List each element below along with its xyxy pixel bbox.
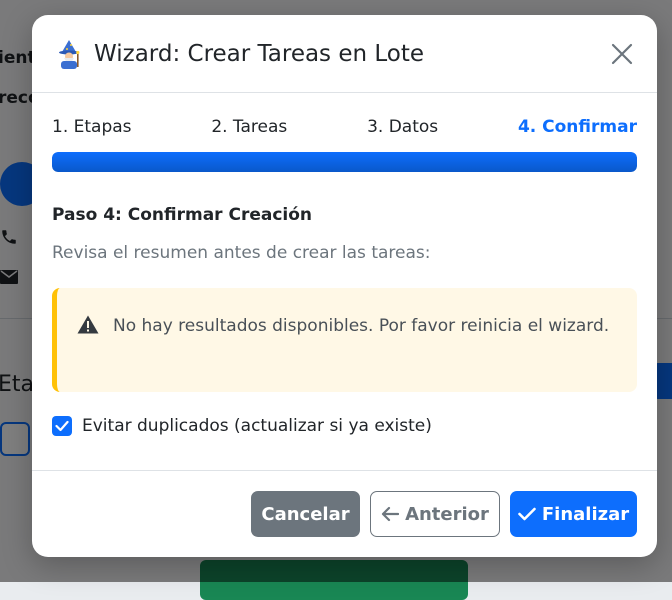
modal-footer: Cancelar Anterior Finalizar	[32, 470, 657, 557]
avoid-duplicates-option: Evitar duplicados (actualizar si ya exis…	[52, 416, 637, 436]
modal-title: Wizard: Crear Tareas en Lote	[94, 40, 425, 67]
avoid-duplicates-label[interactable]: Evitar duplicados (actualizar si ya exis…	[82, 416, 432, 436]
finish-button[interactable]: Finalizar	[510, 491, 637, 537]
finish-label: Finalizar	[541, 503, 630, 525]
wizard-step: 1. Etapas	[52, 117, 132, 137]
modal-body: 1. Etapas 2. Tareas 3. Datos 4. Confirma…	[32, 117, 657, 436]
warning-icon	[77, 313, 99, 334]
wizard-steps: 1. Etapas 2. Tareas 3. Datos 4. Confirma…	[52, 117, 637, 137]
check-icon	[518, 507, 536, 521]
wizard-step: 3. Datos	[367, 117, 439, 137]
close-icon	[611, 43, 633, 64]
wizard-icon	[56, 39, 82, 69]
wizard-step-active: 4. Confirmar	[517, 117, 637, 137]
previous-label: Anterior	[405, 503, 489, 525]
warning-alert: No hay resultados disponibles. Por favor…	[52, 288, 637, 392]
modal-header: Wizard: Crear Tareas en Lote	[32, 15, 657, 93]
previous-button[interactable]: Anterior	[370, 491, 500, 537]
wizard-modal: Wizard: Crear Tareas en Lote 1. Etapas 2…	[32, 15, 657, 557]
cancel-button[interactable]: Cancelar	[251, 491, 360, 537]
wizard-progress-bar	[52, 152, 637, 172]
step-heading: Paso 4: Confirmar Creación	[52, 205, 313, 225]
arrow-left-icon	[381, 506, 400, 522]
checkbox-check-icon	[55, 420, 69, 432]
close-button[interactable]	[607, 39, 637, 69]
avoid-duplicates-checkbox[interactable]	[52, 416, 72, 436]
wizard-progress	[52, 152, 637, 172]
step-description: Revisa el resumen antes de crear las tar…	[52, 243, 431, 263]
cancel-label: Cancelar	[261, 503, 350, 525]
alert-text: No hay resultados disponibles. Por favor…	[113, 316, 610, 336]
wizard-step: 2. Tareas	[211, 117, 288, 137]
